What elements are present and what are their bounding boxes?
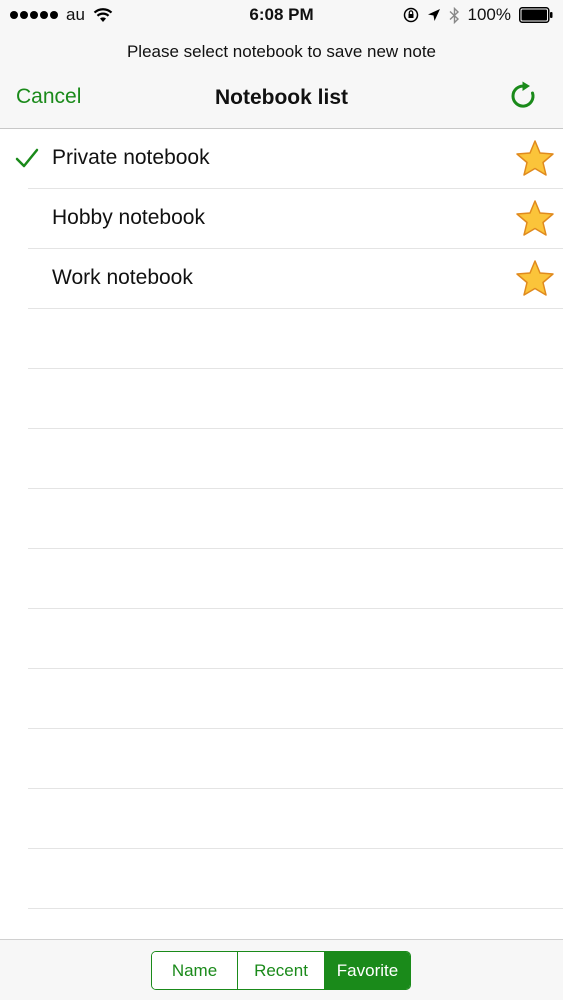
sort-tab-recent[interactable]: Recent <box>238 952 325 989</box>
empty-row <box>0 309 563 369</box>
checkmark-icon <box>15 148 39 168</box>
empty-row <box>0 609 563 669</box>
bottom-toolbar: Name Recent Favorite <box>0 939 563 1000</box>
page-title: Notebook list <box>214 86 348 109</box>
refresh-button[interactable] <box>507 80 541 114</box>
notebook-row-work[interactable]: Work notebook <box>0 249 563 309</box>
star-icon[interactable] <box>515 199 555 237</box>
empty-row <box>0 369 563 429</box>
empty-row <box>0 849 563 909</box>
notebook-name: Private notebook <box>52 146 210 169</box>
sort-tab-favorite[interactable]: Favorite <box>325 952 410 989</box>
empty-row <box>0 489 563 549</box>
battery-icon <box>519 7 553 23</box>
notebook-name: Hobby notebook <box>52 206 205 229</box>
sort-segmented-control: Name Recent Favorite <box>151 951 411 990</box>
empty-row <box>0 669 563 729</box>
bluetooth-icon <box>449 6 459 24</box>
refresh-icon <box>511 81 535 108</box>
notebook-row-hobby[interactable]: Hobby notebook <box>0 189 563 249</box>
notebook-list: Private notebook Hobby notebook Work not… <box>0 129 563 909</box>
save-prompt: Please select notebook to save new note <box>126 42 437 61</box>
status-bar-right: 100% <box>403 5 553 25</box>
notebook-name: Work notebook <box>52 266 193 289</box>
location-arrow-icon <box>427 9 440 21</box>
empty-row <box>0 729 563 789</box>
status-bar: au 6:08 PM 100% <box>0 0 563 30</box>
battery-percent: 100% <box>467 5 511 24</box>
star-icon[interactable] <box>515 139 555 177</box>
navigation-header: Please select notebook to save new note … <box>0 30 563 129</box>
empty-row <box>0 429 563 489</box>
empty-row <box>0 789 563 849</box>
rotation-lock-icon <box>403 7 418 23</box>
empty-row <box>0 549 563 609</box>
sort-tab-name[interactable]: Name <box>152 952 238 989</box>
star-icon[interactable] <box>515 259 555 297</box>
notebook-row-private[interactable]: Private notebook <box>0 129 563 189</box>
